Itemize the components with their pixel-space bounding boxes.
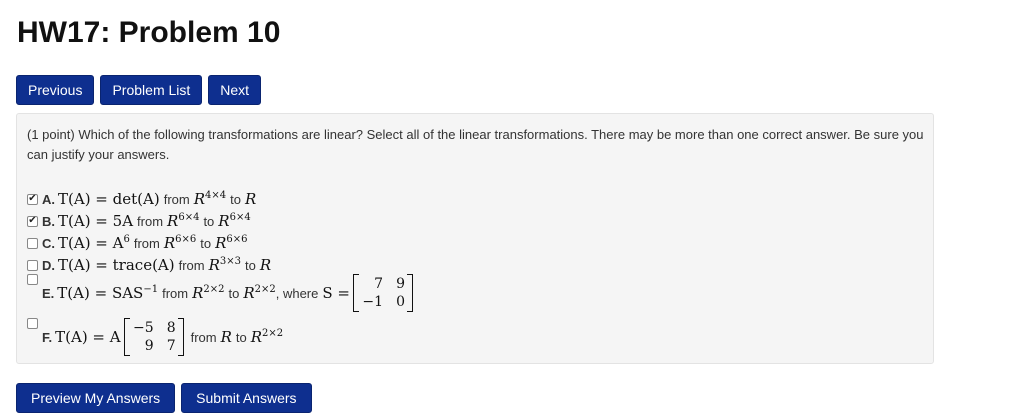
- option-a[interactable]: ✔ A. T(A) = det(A) from R4×4 to R: [27, 190, 256, 208]
- from-label: from: [163, 191, 190, 207]
- answer-actions: Preview My Answers Submit Answers: [16, 383, 312, 413]
- previous-button[interactable]: Previous: [16, 75, 95, 105]
- points-label: (1 point): [27, 127, 75, 142]
- option-f[interactable]: F. T(A) = A −5 8 9 7 from R to R2×2: [27, 314, 283, 356]
- submit-answers-button[interactable]: Submit Answers: [181, 383, 312, 413]
- option-letter: B.: [42, 213, 55, 229]
- option-b[interactable]: ✔ B. T(A) = 5A from R6×4 to R6×4: [27, 212, 251, 230]
- codomain-dimension: 2×2: [254, 284, 276, 295]
- codomain-dimension: 6×4: [229, 212, 251, 223]
- matrix-cell: 8: [166, 320, 176, 336]
- checkmark-icon: ✔: [28, 215, 37, 226]
- option-c[interactable]: C. T(A) = A6 from R6×6 to R6×6: [27, 234, 248, 252]
- matrix-cell: 9: [144, 338, 154, 354]
- problem-navigation: Previous Problem List Next: [16, 75, 262, 105]
- option-b-checkbox[interactable]: ✔: [27, 215, 38, 227]
- option-formula: T(A) = A: [55, 328, 121, 346]
- next-button[interactable]: Next: [208, 75, 262, 105]
- from-label: from: [190, 329, 217, 345]
- option-letter: C.: [42, 235, 55, 251]
- to-label: to: [230, 191, 241, 207]
- domain-dimension: 6×6: [175, 234, 197, 245]
- to-label: to: [200, 235, 212, 251]
- matrix-cell: −1: [362, 294, 383, 310]
- domain-dimension: 2×2: [203, 284, 225, 295]
- option-letter: F.: [42, 329, 53, 345]
- from-label: from: [137, 213, 164, 229]
- problem-panel: (1 point) Which of the following transfo…: [16, 113, 934, 364]
- where-label: , where: [275, 285, 319, 301]
- domain-dimension: 6×4: [178, 212, 200, 223]
- to-label: to: [203, 213, 215, 229]
- domain-symbol: R: [193, 190, 205, 208]
- domain-dimension: 3×3: [219, 256, 242, 267]
- domain-symbol: R: [192, 284, 204, 302]
- option-c-checkbox[interactable]: [27, 237, 38, 249]
- preview-answers-button[interactable]: Preview My Answers: [16, 383, 176, 413]
- codomain-symbol: R: [244, 190, 257, 208]
- option-formula: T(A) = A: [58, 234, 124, 252]
- option-letter: A.: [42, 191, 55, 207]
- matrix-cell: 9: [396, 276, 405, 292]
- matrix-name: S =: [322, 284, 350, 302]
- matrix-s: 7 9 −1 0: [353, 274, 413, 312]
- option-e[interactable]: E. T(A) = SAS−1 from R2×2 to R2×2 , wher…: [27, 270, 416, 312]
- option-letter: E.: [42, 285, 55, 301]
- matrix-cell: 0: [396, 294, 405, 310]
- matrix-cell: −5: [132, 320, 154, 336]
- formula-exponent: −1: [143, 284, 159, 295]
- domain-symbol: R: [167, 212, 179, 230]
- codomain-dimension: 2×2: [262, 328, 284, 339]
- page-title: HW17: Problem 10: [17, 16, 281, 49]
- matrix-cell: 7: [166, 338, 176, 354]
- option-e-checkbox[interactable]: [27, 274, 38, 285]
- domain-symbol: R: [163, 234, 176, 252]
- from-label: from: [162, 285, 189, 301]
- to-label: to: [228, 285, 240, 301]
- problem-prompt: (1 point) Which of the following transfo…: [27, 125, 927, 165]
- from-label: from: [133, 235, 160, 251]
- prompt-text: Which of the following transformations a…: [27, 127, 924, 162]
- option-a-checkbox[interactable]: ✔: [27, 193, 38, 205]
- codomain-symbol: R: [243, 284, 255, 302]
- checkmark-icon: ✔: [28, 193, 37, 204]
- codomain-symbol: R: [218, 212, 230, 230]
- codomain-dimension: 6×6: [226, 234, 248, 245]
- option-d-checkbox[interactable]: [27, 259, 38, 271]
- option-formula: T(A) = det(A): [58, 190, 160, 208]
- to-label: to: [235, 329, 247, 345]
- option-formula: T(A) = SAS: [57, 284, 144, 302]
- codomain-symbol: R: [250, 328, 263, 346]
- matrix-cell: 7: [374, 276, 383, 292]
- domain-symbol: R: [220, 328, 232, 346]
- problem-list-button[interactable]: Problem List: [100, 75, 203, 105]
- option-f-checkbox[interactable]: [27, 318, 38, 329]
- domain-dimension: 4×4: [205, 190, 227, 201]
- matrix-a: −5 8 9 7: [123, 318, 184, 356]
- formula-exponent: 6: [123, 234, 130, 245]
- option-formula: T(A) = 5A: [58, 212, 134, 230]
- codomain-symbol: R: [215, 234, 227, 252]
